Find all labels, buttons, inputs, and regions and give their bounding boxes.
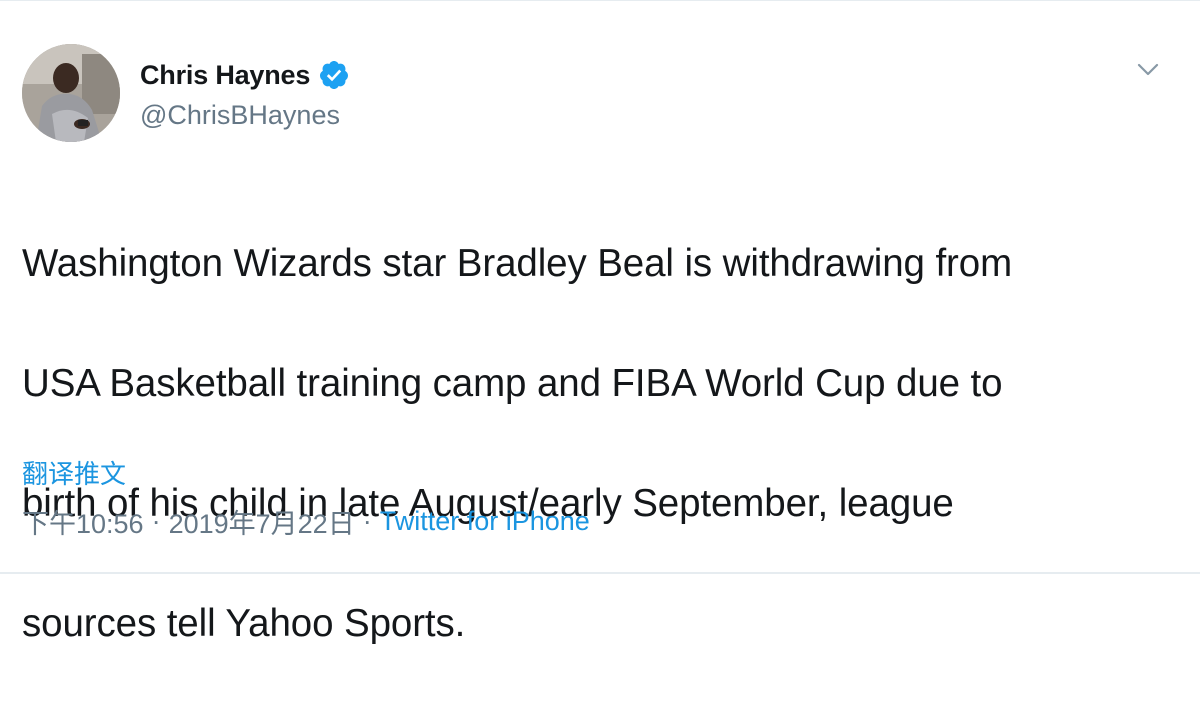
author-names: Chris Haynes @ChrisBHaynes bbox=[140, 58, 350, 131]
author-username[interactable]: @ChrisBHaynes bbox=[140, 100, 350, 131]
translate-tweet-link[interactable]: 翻译推文 bbox=[22, 454, 126, 491]
tweet-text-line: USA Basketball training camp and FIBA Wo… bbox=[22, 362, 1003, 405]
tweet-source-link[interactable]: Twitter for iPhone bbox=[380, 506, 590, 537]
display-name-row: Chris Haynes bbox=[140, 58, 350, 92]
avatar-photo bbox=[22, 44, 120, 142]
author-display-name[interactable]: Chris Haynes bbox=[140, 60, 310, 91]
avatar[interactable] bbox=[22, 44, 120, 142]
tweet-text: Washington Wizards star Bradley Beal is … bbox=[22, 174, 1182, 714]
meta-separator: · bbox=[362, 506, 372, 536]
tweet-text-line: sources tell Yahoo Sports. bbox=[22, 602, 466, 645]
tweet-header: Chris Haynes @ChrisBHaynes bbox=[22, 44, 1172, 144]
tweet-date[interactable]: 2019年7月22日 bbox=[169, 502, 355, 541]
top-divider bbox=[0, 0, 1200, 1]
tweet-meta: 下午10:56 · 2019年7月22日 · Twitter for iPhon… bbox=[22, 502, 590, 541]
verified-badge-icon bbox=[320, 61, 349, 89]
tweet-text-line: Washington Wizards star Bradley Beal is … bbox=[22, 242, 1013, 285]
meta-separator: · bbox=[151, 506, 161, 536]
tweet-time[interactable]: 下午10:56 bbox=[22, 502, 144, 541]
chevron-down-icon[interactable] bbox=[1136, 60, 1160, 80]
tweet-card: Chris Haynes @ChrisBHaynes Washington Wi… bbox=[0, 0, 1200, 645]
